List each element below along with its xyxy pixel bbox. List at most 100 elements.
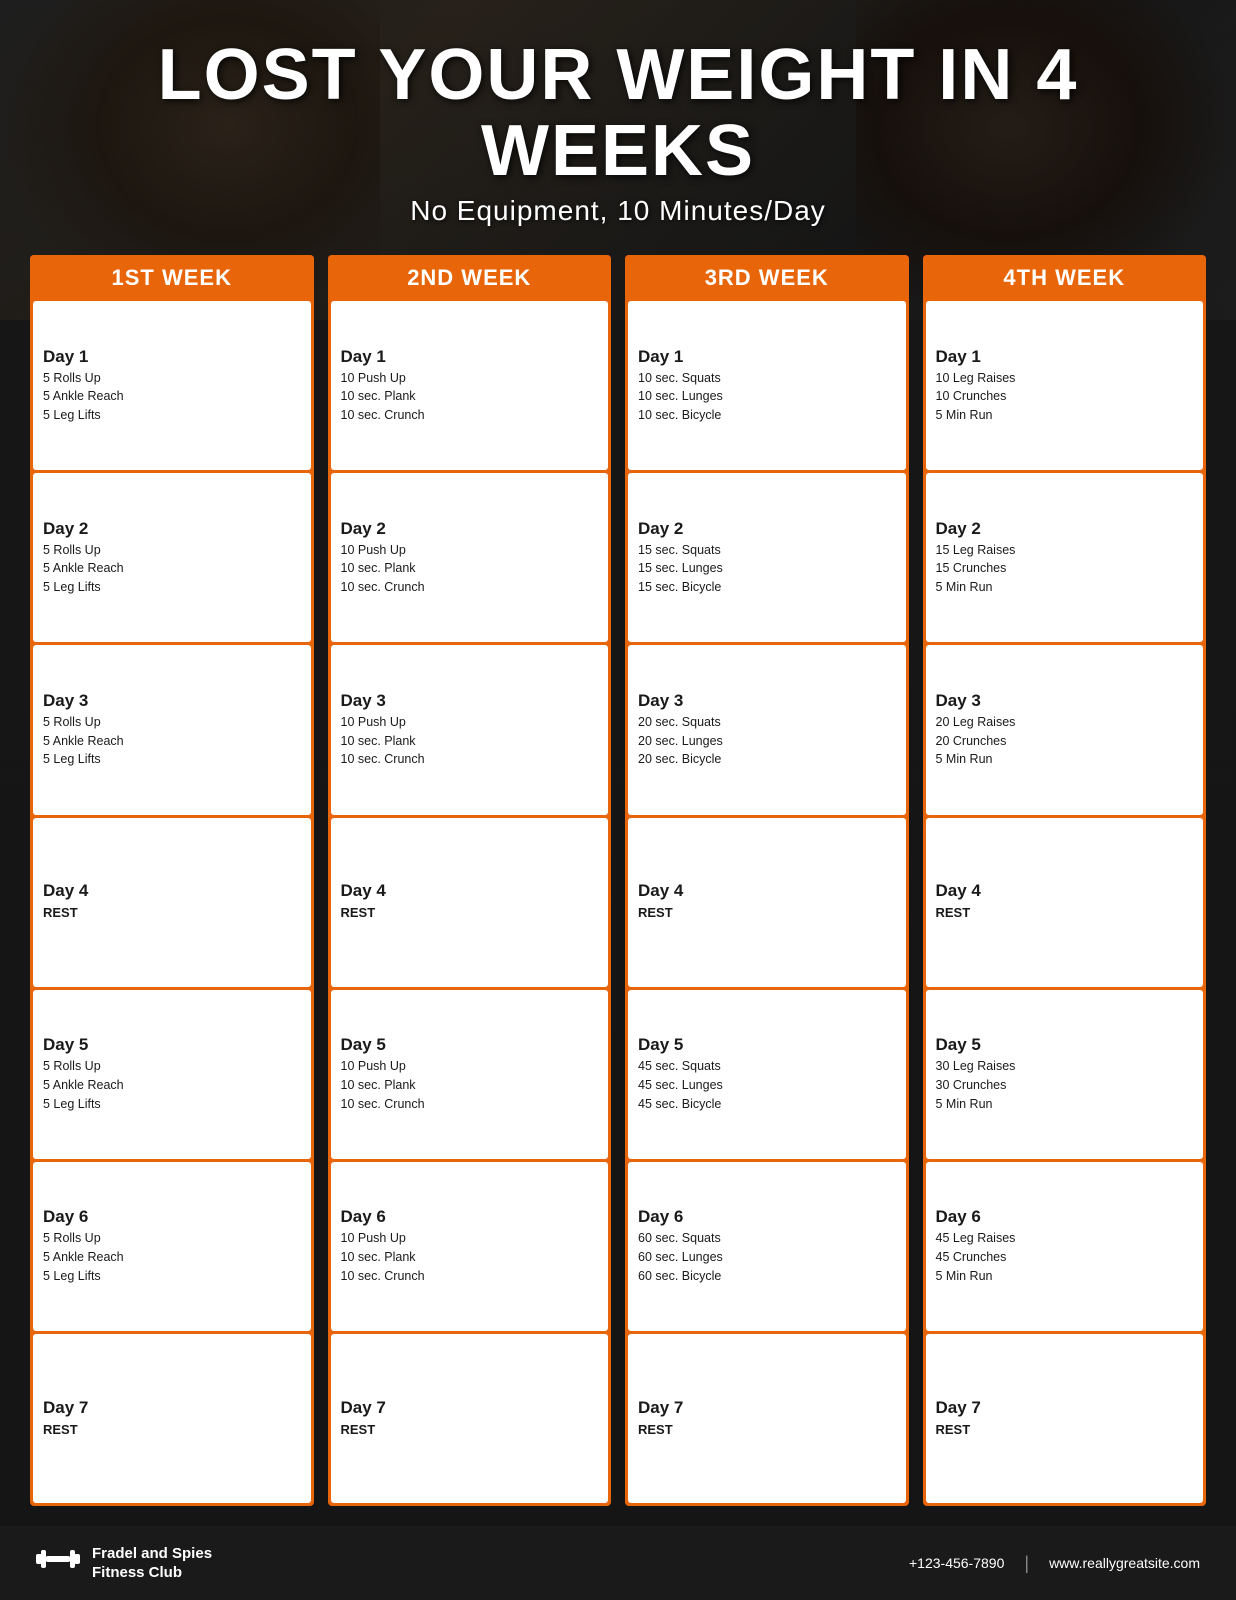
footer-brand-section: Fradel and Spies Fitness Club (36, 1540, 212, 1586)
day-label-w1-d5: Day 5 (43, 1035, 301, 1055)
days-container-2: Day 1 10 Push Up 10 sec. Plank 10 sec. Cr… (328, 301, 612, 1506)
day-label-w4-d3: Day 3 (936, 691, 1194, 711)
week-header-1: 1ST WEEK (30, 255, 314, 301)
day-exercises-w3-d2: 15 sec. Squats 15 sec. Lunges 15 sec. Bi… (638, 541, 896, 597)
day-exercises-w1-d2: 5 Rolls Up 5 Ankle Reach 5 Leg Lifts (43, 541, 301, 597)
day-card-w2-d4: Day 4REST (331, 818, 609, 987)
footer-contact: +123-456-7890 | www.reallygreatsite.com (909, 1553, 1200, 1574)
week-col-4: 4TH WEEKDay 110 Leg Raises 10 Crunches 5… (923, 255, 1207, 1506)
header: LOST YOUR WEIGHT IN 4 WEEKS No Equipment… (0, 0, 1236, 255)
day-label-w3-d7: Day 7 (638, 1398, 896, 1418)
footer-divider: | (1024, 1553, 1029, 1574)
footer: Fradel and Spies Fitness Club +123-456-7… (0, 1526, 1236, 1600)
day-label-w2-d7: Day 7 (341, 1398, 599, 1418)
day-exercises-w3-d5: 45 sec. Squats 45 sec. Lunges 45 sec. Bi… (638, 1057, 896, 1113)
subtitle: No Equipment, 10 Minutes/Day (40, 195, 1196, 227)
day-card-w4-d6: Day 645 Leg Raises 45 Crunches 5 Min Run (926, 1162, 1204, 1331)
day-label-w4-d7: Day 7 (936, 1398, 1194, 1418)
main-title: LOST YOUR WEIGHT IN 4 WEEKS (40, 38, 1196, 189)
footer-phone: +123-456-7890 (909, 1555, 1004, 1571)
day-card-w4-d3: Day 320 Leg Raises 20 Crunches 5 Min Run (926, 645, 1204, 814)
days-container-1: Day 15 Rolls Up 5 Ankle Reach 5 Leg Lift… (30, 301, 314, 1506)
weeks-grid: 1ST WEEKDay 15 Rolls Up 5 Ankle Reach 5 … (30, 255, 1206, 1506)
week-header-2: 2ND WEEK (328, 255, 612, 301)
day-label-w2-d2: Day 2 (341, 519, 599, 539)
brand-name: Fradel and Spies (92, 1544, 212, 1564)
day-card-w1-d4: Day 4REST (33, 818, 311, 987)
day-card-w4-d1: Day 110 Leg Raises 10 Crunches 5 Min Run (926, 301, 1204, 470)
day-card-w2-d6: Day 610 Push Up 10 sec. Plank 10 sec. Cr… (331, 1162, 609, 1331)
day-label-w1-d1: Day 1 (43, 347, 301, 367)
day-exercises-w4-d3: 20 Leg Raises 20 Crunches 5 Min Run (936, 713, 1194, 769)
day-label-w3-d5: Day 5 (638, 1035, 896, 1055)
day-exercises-w1-d5: 5 Rolls Up 5 Ankle Reach 5 Leg Lifts (43, 1057, 301, 1113)
day-label-w1-d4: Day 4 (43, 881, 301, 901)
days-container-3: Day 110 sec. Squats 10 sec. Lunges 10 se… (625, 301, 909, 1506)
week-col-2: 2ND WEEK Day 1 10 Push Up 10 sec. Plank 10… (328, 255, 612, 1506)
day-card-w4-d7: Day 7REST (926, 1334, 1204, 1503)
day-label-w2-d3: Day 3 (341, 691, 599, 711)
day-label-w1-d3: Day 3 (43, 691, 301, 711)
day-exercises-w1-d4: REST (43, 903, 301, 923)
week-col-3: 3RD WEEKDay 110 sec. Squats 10 sec. Lung… (625, 255, 909, 1506)
day-exercises-w4-d2: 15 Leg Raises 15 Crunches 5 Min Run (936, 541, 1194, 597)
brand-subtitle: Fitness Club (92, 1563, 212, 1583)
day-label-w2-d1: Day 1 (341, 347, 599, 367)
workout-table: 1ST WEEKDay 15 Rolls Up 5 Ankle Reach 5 … (0, 255, 1236, 1526)
day-card-w1-d2: Day 25 Rolls Up 5 Ankle Reach 5 Leg Lift… (33, 473, 311, 642)
day-exercises-w1-d1: 5 Rolls Up 5 Ankle Reach 5 Leg Lifts (43, 369, 301, 425)
day-label-w4-d6: Day 6 (936, 1207, 1194, 1227)
day-card-w1-d3: Day 35 Rolls Up 5 Ankle Reach 5 Leg Lift… (33, 645, 311, 814)
day-card-w2-d5: Day 510 Push Up 10 sec. Plank 10 sec. Cr… (331, 990, 609, 1159)
day-exercises-w1-d3: 5 Rolls Up 5 Ankle Reach 5 Leg Lifts (43, 713, 301, 769)
day-exercises-w3-d1: 10 sec. Squats 10 sec. Lunges 10 sec. Bi… (638, 369, 896, 425)
day-card-w1-d5: Day 55 Rolls Up 5 Ankle Reach 5 Leg Lift… (33, 990, 311, 1159)
day-exercises-w2-d3: 10 Push Up 10 sec. Plank 10 sec. Crunch (341, 713, 599, 769)
day-card-w4-d2: Day 215 Leg Raises 15 Crunches 5 Min Run (926, 473, 1204, 642)
day-card-w4-d5: Day 530 Leg Raises 30 Crunches 5 Min Run (926, 990, 1204, 1159)
day-label-w4-d5: Day 5 (936, 1035, 1194, 1055)
day-exercises-w3-d6: 60 sec. Squats 60 sec. Lunges 60 sec. Bi… (638, 1229, 896, 1285)
day-exercises-w4-d4: REST (936, 903, 1194, 923)
day-label-w3-d3: Day 3 (638, 691, 896, 711)
day-label-w4-d2: Day 2 (936, 519, 1194, 539)
day-label-w3-d1: Day 1 (638, 347, 896, 367)
days-container-4: Day 110 Leg Raises 10 Crunches 5 Min Run… (923, 301, 1207, 1506)
day-exercises-w4-d7: REST (936, 1420, 1194, 1440)
day-exercises-w4-d1: 10 Leg Raises 10 Crunches 5 Min Run (936, 369, 1194, 425)
day-label-w3-d2: Day 2 (638, 519, 896, 539)
day-label-w3-d6: Day 6 (638, 1207, 896, 1227)
day-label-w4-d1: Day 1 (936, 347, 1194, 367)
day-label-w2-d6: Day 6 (341, 1207, 599, 1227)
day-label-w3-d4: Day 4 (638, 881, 896, 901)
day-label-w1-d2: Day 2 (43, 519, 301, 539)
day-card-w2-d7: Day 7REST (331, 1334, 609, 1503)
day-exercises-w2-d6: 10 Push Up 10 sec. Plank 10 sec. Crunch (341, 1229, 599, 1285)
day-exercises-w3-d7: REST (638, 1420, 896, 1440)
week-col-1: 1ST WEEKDay 15 Rolls Up 5 Ankle Reach 5 … (30, 255, 314, 1506)
footer-brand-text: Fradel and Spies Fitness Club (92, 1544, 212, 1583)
day-card-w3-d7: Day 7REST (628, 1334, 906, 1503)
week-header-4: 4TH WEEK (923, 255, 1207, 301)
day-card-w2-d3: Day 310 Push Up 10 sec. Plank 10 sec. Cr… (331, 645, 609, 814)
day-exercises-w2-d4: REST (341, 903, 599, 923)
day-card-w3-d2: Day 215 sec. Squats 15 sec. Lunges 15 se… (628, 473, 906, 642)
day-card-w3-d1: Day 110 sec. Squats 10 sec. Lunges 10 se… (628, 301, 906, 470)
day-label-w2-d4: Day 4 (341, 881, 599, 901)
day-exercises-w2-d2: 10 Push Up 10 sec. Plank 10 sec. Crunch (341, 541, 599, 597)
gym-logo-icon (36, 1540, 80, 1586)
day-card-w1-d7: Day 7REST (33, 1334, 311, 1503)
day-card-w3-d5: Day 545 sec. Squats 45 sec. Lunges 45 se… (628, 990, 906, 1159)
day-card-w3-d3: Day 320 sec. Squats 20 sec. Lunges 20 se… (628, 645, 906, 814)
day-card-w2-d1: Day 110 Push Up 10 sec. Plank 10 sec. Cr… (331, 301, 609, 470)
day-exercises-w4-d5: 30 Leg Raises 30 Crunches 5 Min Run (936, 1057, 1194, 1113)
day-exercises-w1-d7: REST (43, 1420, 301, 1440)
footer-website: www.reallygreatsite.com (1049, 1555, 1200, 1571)
day-label-w4-d4: Day 4 (936, 881, 1194, 901)
day-exercises-w3-d3: 20 sec. Squats 20 sec. Lunges 20 sec. Bi… (638, 713, 896, 769)
day-card-w1-d1: Day 15 Rolls Up 5 Ankle Reach 5 Leg Lift… (33, 301, 311, 470)
day-exercises-w3-d4: REST (638, 903, 896, 923)
day-exercises-w4-d6: 45 Leg Raises 45 Crunches 5 Min Run (936, 1229, 1194, 1285)
day-label-w1-d7: Day 7 (43, 1398, 301, 1418)
day-card-w3-d6: Day 660 sec. Squats 60 sec. Lunges 60 se… (628, 1162, 906, 1331)
